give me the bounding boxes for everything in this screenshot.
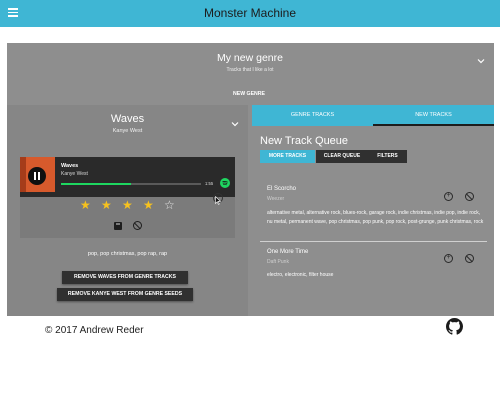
more-tracks-button[interactable]: MORE TRACKS [260,150,315,163]
chevron-down-icon[interactable] [231,120,239,128]
player-time: 1:55 [205,181,214,186]
track-genres: pop, pop christmas, pop rap, rap [87,251,168,257]
cursor-icon [215,196,221,205]
progress-fill [61,183,131,185]
star-filled-icon[interactable]: ★ [80,199,91,211]
queue-item-artist: Daft Punk [267,259,289,265]
copyright-text: © 2017 Andrew Reder [45,325,144,336]
genre-title: My new genre [217,52,283,64]
active-tab-indicator [373,124,494,126]
queue-item-name: One More Time [267,249,309,255]
progress-bar[interactable] [61,183,201,185]
save-icon[interactable] [114,222,122,230]
pause-icon [34,172,36,180]
spotify-icon[interactable] [220,178,230,188]
pause-button[interactable] [28,167,46,185]
queue-item-genres: alternative metal, alternative rock, blu… [267,210,484,225]
block-icon[interactable] [465,254,474,263]
filters-button[interactable]: FILTERS [368,150,407,163]
new-genre-button[interactable]: NEW GENRE [226,89,272,100]
add-icon[interactable]: + [444,254,453,263]
divider [260,241,487,242]
block-icon[interactable] [465,192,474,201]
queue-item-name: El Scorcho [267,186,297,192]
clear-queue-button[interactable]: CLEAR QUEUE [316,150,368,163]
queue-item-genres: electro, electronic, filter house [267,272,334,278]
player-track-title: Waves [61,163,79,169]
chevron-down-icon[interactable] [477,57,485,65]
add-icon[interactable]: + [444,192,453,201]
queue-item-artist: Weezer [267,196,285,202]
star-filled-icon[interactable]: ★ [101,199,112,211]
star-filled-icon[interactable]: ★ [143,199,154,211]
github-icon[interactable] [446,318,463,335]
remove-artist-button[interactable]: REMOVE KANYE WEST FROM GENRE SEEDS [57,288,193,301]
block-icon[interactable] [133,221,142,230]
track-artist: Kanye West [112,128,143,134]
star-empty-icon[interactable]: ☆ [164,199,175,211]
star-filled-icon[interactable]: ★ [122,199,133,211]
track-title: Waves [110,113,145,125]
player-track-artist: Kanye West [61,171,88,177]
tab-new-tracks[interactable]: NEW TRACKS [373,105,494,126]
app-title: Monster Machine [203,6,297,20]
queue-title: New Track Queue [260,135,349,147]
remove-track-button[interactable]: REMOVE WAVES FROM GENRE TRACKS [62,271,188,284]
tab-genre-tracks[interactable]: GENRE TRACKS [252,105,373,126]
genre-subtitle: Tracks that I like a lot [226,67,274,73]
